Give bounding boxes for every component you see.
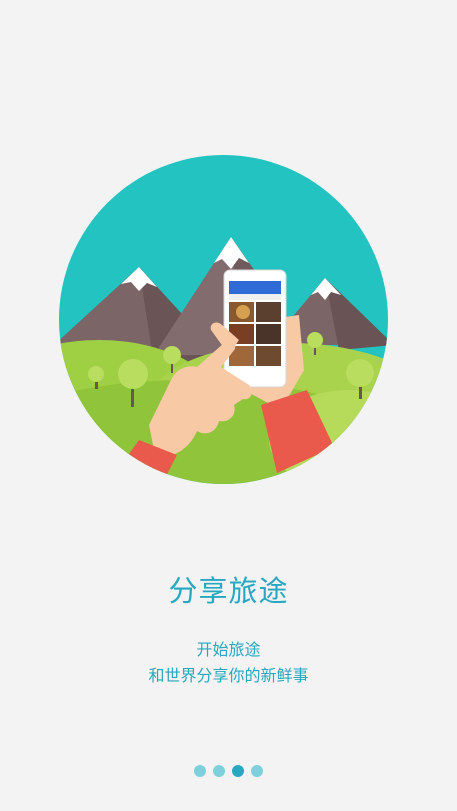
- page-indicator: [0, 765, 457, 779]
- subtitle-line-2: 和世界分享你的新鲜事: [148, 666, 309, 685]
- subtitle-line-1: 开始旅途: [196, 640, 261, 659]
- onboarding-screen: 分享旅途 开始旅途 和世界分享你的新鲜事: [0, 0, 457, 811]
- page-dot-1[interactable]: [194, 765, 206, 777]
- page-title: 分享旅途: [168, 574, 289, 608]
- phone-icon: [223, 269, 287, 388]
- travel-share-illustration: [59, 155, 388, 484]
- page-dot-3[interactable]: [232, 765, 244, 777]
- page-dot-4[interactable]: [251, 765, 263, 777]
- page-dot-2[interactable]: [213, 765, 225, 777]
